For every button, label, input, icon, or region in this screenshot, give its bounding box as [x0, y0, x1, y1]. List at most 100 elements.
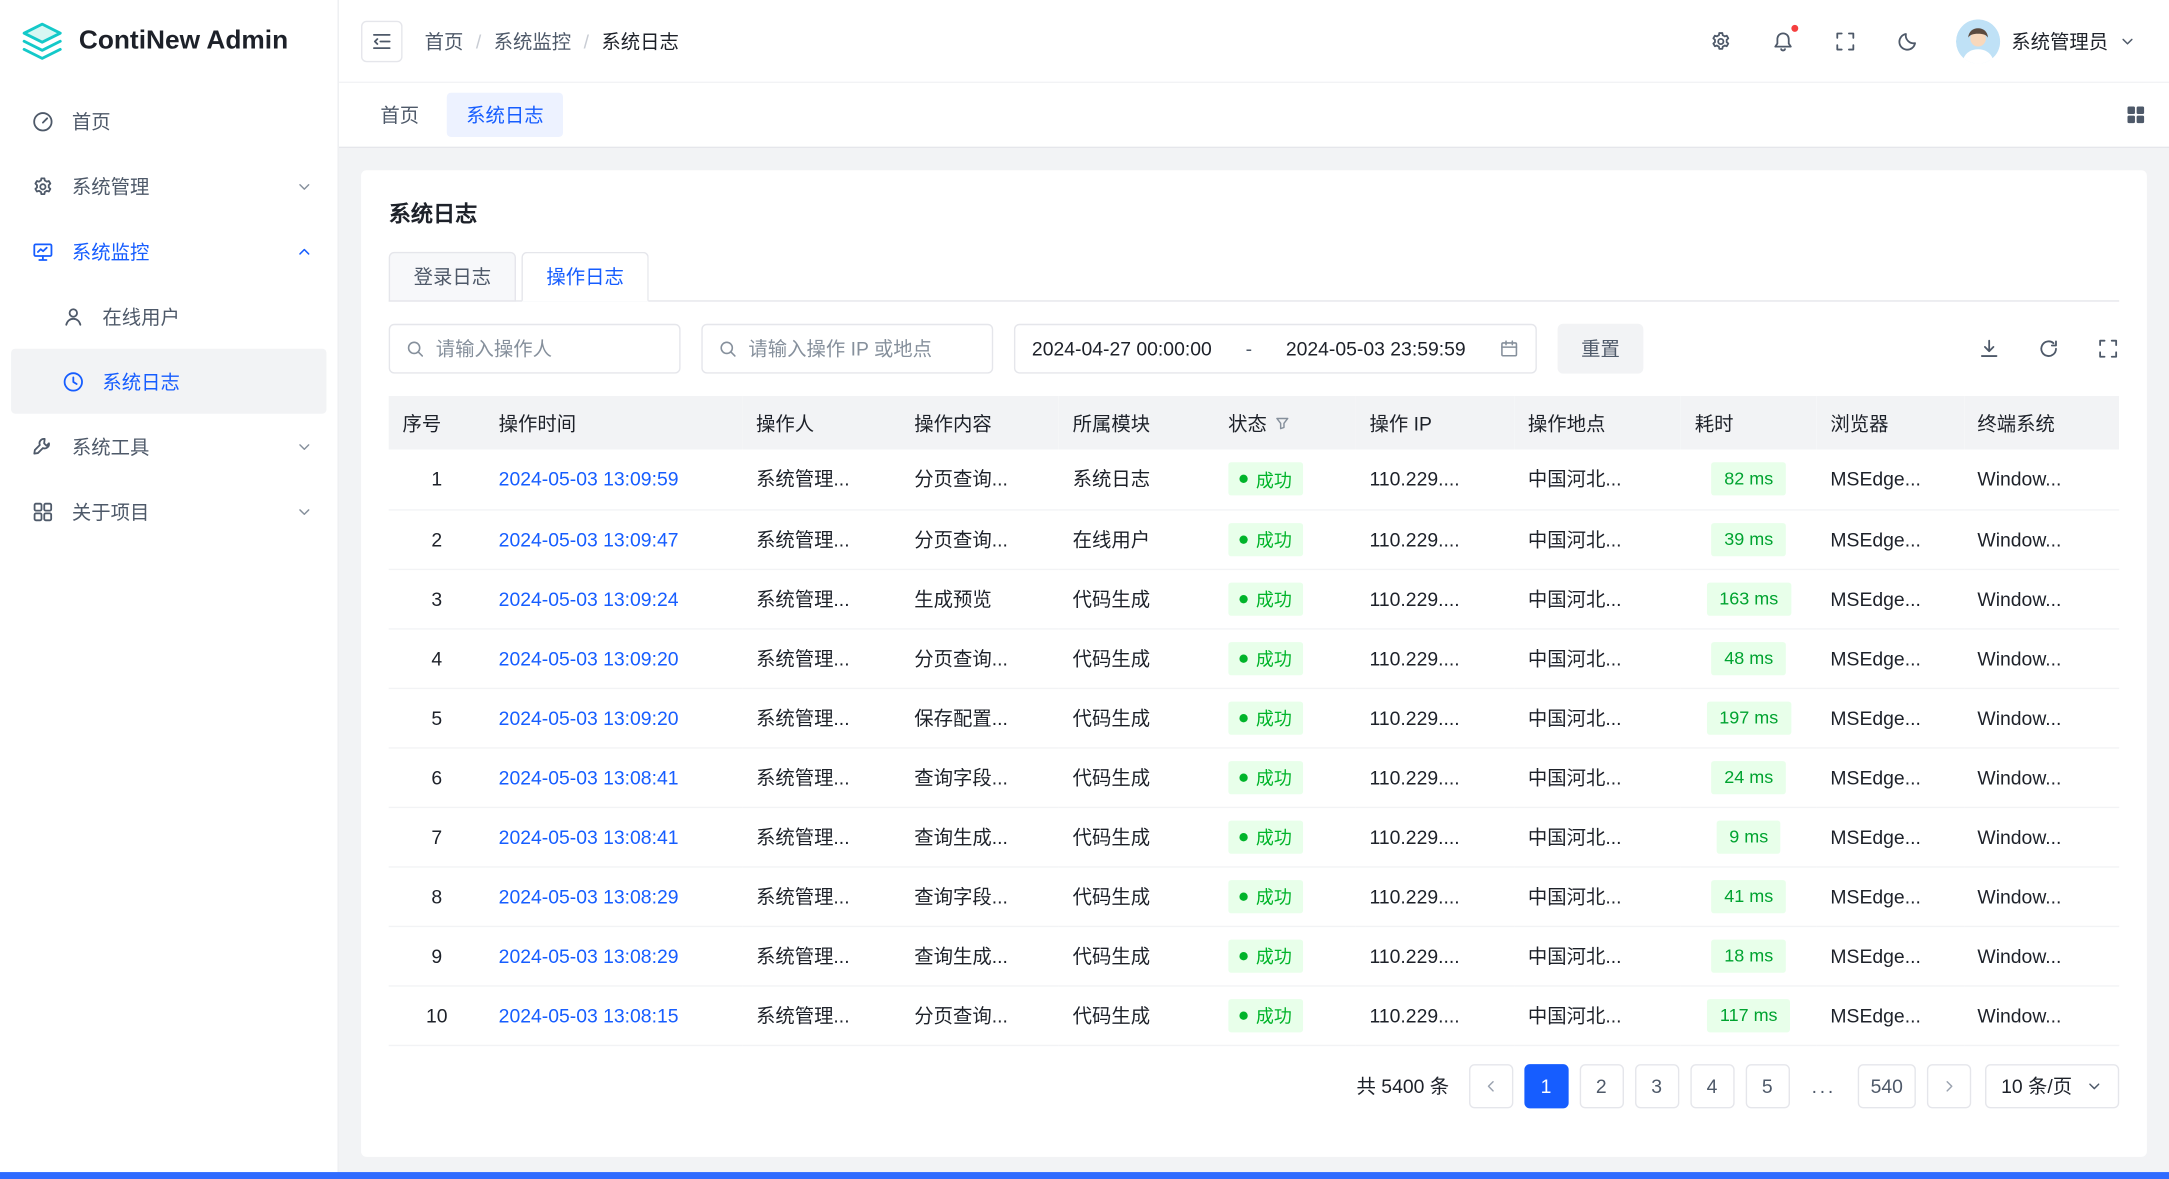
fullscreen-button[interactable]: [1829, 24, 1862, 57]
cell-time: 2024-05-03 13:08:29: [485, 866, 742, 926]
user-menu[interactable]: 系统管理员: [1956, 19, 2136, 63]
date-separator: -: [1237, 338, 1260, 360]
status-badge: 成功: [1228, 939, 1303, 972]
status-dot: [1239, 1011, 1247, 1019]
chevron-up-icon: [296, 243, 313, 260]
column-header: 操作人: [742, 396, 900, 450]
refresh-button[interactable]: [2038, 338, 2060, 360]
sidebar-menu: 首页 系统管理 系统监控 在线用户 系统日志 系统工具: [0, 83, 338, 544]
notifications-button[interactable]: [1766, 24, 1799, 57]
cost-badge: 41 ms: [1712, 879, 1786, 912]
cell-ip: 110.229....: [1356, 628, 1514, 688]
sidebar-item-system-monitor[interactable]: 系统监控: [11, 219, 326, 284]
tab-system-logs[interactable]: 系统日志: [447, 93, 563, 137]
cell-location: 中国河北...: [1514, 747, 1681, 807]
cell-os: Window...: [1964, 985, 2120, 1045]
sidebar-item-system-management[interactable]: 系统管理: [11, 154, 326, 219]
operation-time-link[interactable]: 2024-05-03 13:09:24: [499, 587, 679, 609]
cell-browser: MSEdge...: [1817, 569, 1964, 629]
cell-os: Window...: [1964, 628, 2120, 688]
pagination-prev-button[interactable]: [1469, 1063, 1513, 1107]
sidebar-item-system-tools[interactable]: 系统工具: [11, 414, 326, 479]
breadcrumb-system-monitor[interactable]: 系统监控: [494, 27, 571, 55]
cell-cost: 41 ms: [1681, 866, 1817, 926]
ip-search-input[interactable]: [748, 338, 976, 360]
operation-time-link[interactable]: 2024-05-03 13:08:41: [499, 825, 679, 847]
table-header-row: 序号 操作时间 操作人 操作内容 所属模块 状态 操作 IP 操作地点 耗时 浏…: [389, 396, 2119, 450]
ip-search-box[interactable]: [701, 324, 993, 374]
settings-button[interactable]: [1704, 24, 1737, 57]
status-text: 成功: [1256, 704, 1292, 730]
sidebar-collapse-button[interactable]: [361, 20, 402, 62]
operation-time-link[interactable]: 2024-05-03 13:08:29: [499, 944, 679, 966]
dashboard-icon: [32, 110, 54, 132]
sidebar-item-home[interactable]: 首页: [11, 89, 326, 154]
cell-content: 查询字段...: [900, 866, 1058, 926]
filter-funnel-icon[interactable]: [1274, 414, 1291, 431]
pagination-page[interactable]: 1: [1524, 1063, 1568, 1107]
table-fullscreen-button[interactable]: [2097, 338, 2119, 360]
operation-time-link[interactable]: 2024-05-03 13:09:59: [499, 468, 679, 490]
operation-time-link[interactable]: 2024-05-03 13:09:20: [499, 647, 679, 669]
cell-operator: 系统管理...: [742, 807, 900, 867]
status-badge: 成功: [1228, 463, 1303, 496]
search-icon: [718, 339, 737, 358]
cell-time: 2024-05-03 13:09:24: [485, 569, 742, 629]
operation-time-link[interactable]: 2024-05-03 13:08:29: [499, 885, 679, 907]
operation-time-link[interactable]: 2024-05-03 13:09:47: [499, 528, 679, 550]
sidebar-item-about[interactable]: 关于项目: [11, 479, 326, 544]
tab-home[interactable]: 首页: [361, 93, 438, 137]
theme-toggle-button[interactable]: [1891, 24, 1924, 57]
cell-cost: 18 ms: [1681, 926, 1817, 986]
cell-time: 2024-05-03 13:09:20: [485, 628, 742, 688]
tab-operation-logs[interactable]: 操作日志: [522, 252, 649, 302]
breadcrumb-home[interactable]: 首页: [425, 27, 464, 55]
tab-login-logs[interactable]: 登录日志: [389, 252, 516, 302]
cell-ip: 110.229....: [1356, 926, 1514, 986]
export-button[interactable]: [1978, 338, 2000, 360]
reset-button[interactable]: 重置: [1558, 324, 1644, 374]
cell-status: 成功: [1214, 628, 1355, 688]
cell-location: 中国河北...: [1514, 509, 1681, 569]
pagination-ellipsis[interactable]: ...: [1801, 1063, 1848, 1107]
operation-time-link[interactable]: 2024-05-03 13:08:15: [499, 1004, 679, 1026]
pagination-next-button[interactable]: [1926, 1063, 1970, 1107]
status-dot: [1239, 654, 1247, 662]
cell-operator: 系统管理...: [742, 450, 900, 510]
cell-operator: 系统管理...: [742, 926, 900, 986]
cell-location: 中国河北...: [1514, 985, 1681, 1045]
cell-location: 中国河北...: [1514, 807, 1681, 867]
chevron-down-icon: [2119, 33, 2136, 50]
cell-location: 中国河北...: [1514, 628, 1681, 688]
cell-content: 分页查询...: [900, 509, 1058, 569]
cell-cost: 48 ms: [1681, 628, 1817, 688]
pagination-page[interactable]: 5: [1745, 1063, 1789, 1107]
filter-bar: 2024-04-27 00:00:00 - 2024-05-03 23:59:5…: [389, 324, 2119, 374]
cell-ip: 110.229....: [1356, 450, 1514, 510]
cell-content: 查询生成...: [900, 807, 1058, 867]
status-dot: [1239, 832, 1247, 840]
status-text: 成功: [1256, 526, 1292, 552]
date-range-picker[interactable]: 2024-04-27 00:00:00 - 2024-05-03 23:59:5…: [1014, 324, 1537, 374]
sidebar-item-label: 系统监控: [72, 237, 278, 265]
pagination-page[interactable]: 4: [1690, 1063, 1734, 1107]
operator-search-box[interactable]: [389, 324, 681, 374]
tabs-options-button[interactable]: [2125, 104, 2147, 126]
avatar: [1956, 19, 2000, 63]
user-icon: [62, 305, 84, 327]
menu-fold-icon: [371, 30, 393, 52]
pagination-page[interactable]: 540: [1858, 1063, 1915, 1107]
operation-time-link[interactable]: 2024-05-03 13:09:20: [499, 706, 679, 728]
page-size-select[interactable]: 10 条/页: [1985, 1063, 2120, 1107]
sidebar-item-system-logs[interactable]: 系统日志: [11, 349, 326, 414]
sidebar-item-online-users[interactable]: 在线用户: [11, 284, 326, 349]
operator-search-input[interactable]: [436, 338, 664, 360]
cell-status: 成功: [1214, 688, 1355, 748]
operation-time-link[interactable]: 2024-05-03 13:08:41: [499, 766, 679, 788]
column-header: 所属模块: [1059, 396, 1215, 450]
pagination-page[interactable]: 2: [1579, 1063, 1623, 1107]
gear-icon: [1710, 30, 1732, 52]
pagination-page[interactable]: 3: [1635, 1063, 1679, 1107]
content-area: 系统日志 登录日志 操作日志 2024-04-27 00:00:: [339, 148, 2169, 1179]
cell-status: 成功: [1214, 450, 1355, 510]
